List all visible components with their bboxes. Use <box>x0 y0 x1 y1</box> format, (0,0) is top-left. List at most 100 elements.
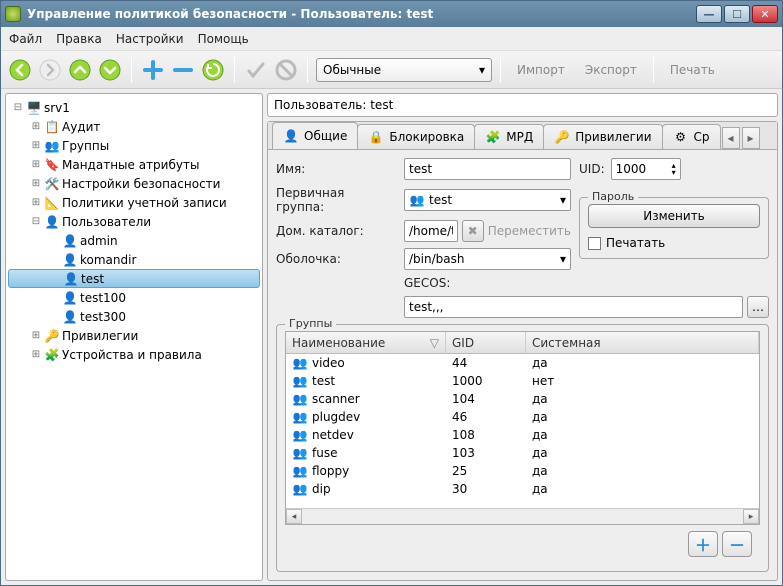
primary-group-value: test <box>429 193 452 207</box>
apply-button[interactable] <box>243 57 269 83</box>
tree-item[interactable]: ⊞🧩Устройства и правила <box>8 345 260 364</box>
tree-item[interactable]: 👤test300 <box>8 307 260 326</box>
table-row[interactable]: 👥video44да <box>286 354 759 372</box>
table-row[interactable]: 👥dip30да <box>286 480 759 498</box>
tab[interactable]: 🔑Привилегии <box>543 124 662 149</box>
tab[interactable]: 🔒Блокировка <box>357 124 475 149</box>
tree-item[interactable]: 👤test <box>8 269 260 288</box>
nav-forward-button[interactable] <box>37 57 63 83</box>
cell-system: да <box>526 356 759 370</box>
tree-twisty-icon: ⊟ <box>12 102 24 113</box>
scroll-left-icon[interactable]: ◂ <box>286 509 302 524</box>
tree-item[interactable]: 👤komandir <box>8 250 260 269</box>
app-icon <box>5 6 21 22</box>
tree-twisty-icon: ⊟ <box>30 216 42 227</box>
tree-item[interactable]: ⊞🛠️Настройки безопасности <box>8 174 260 193</box>
tree-item[interactable]: ⊞🔖Мандатные атрибуты <box>8 155 260 174</box>
filter-combo[interactable]: Обычные ▾ <box>316 58 492 82</box>
gecos-field[interactable] <box>404 296 743 318</box>
nav-down-button[interactable] <box>97 57 123 83</box>
add-button[interactable] <box>140 57 166 83</box>
tree-item-label: Настройки безопасности <box>62 177 220 191</box>
menu-file[interactable]: Файл <box>9 32 42 46</box>
tree-item[interactable]: ⊞📐Политики учетной записи <box>8 193 260 212</box>
table-row[interactable]: 👥fuse103да <box>286 444 759 462</box>
group-icon: 👥 <box>292 373 308 389</box>
table-row[interactable]: 👥plugdev46да <box>286 408 759 426</box>
remove-button[interactable] <box>170 57 196 83</box>
tree-twisty-icon: ⊞ <box>30 121 42 132</box>
chevron-down-icon: ▾ <box>560 193 566 207</box>
remove-group-button[interactable]: － <box>722 531 752 557</box>
policy-icon: 📐 <box>44 195 60 211</box>
tree-item[interactable]: ⊟👤Пользователи <box>8 212 260 231</box>
change-password-button[interactable]: Изменить <box>588 204 760 228</box>
tab[interactable]: 👤Общие <box>272 122 358 149</box>
refresh-button[interactable] <box>200 57 226 83</box>
name-field[interactable] <box>404 158 571 180</box>
menu-settings[interactable]: Настройки <box>116 32 184 46</box>
h-scrollbar[interactable]: ◂ ▸ <box>286 508 759 524</box>
add-group-button[interactable]: ＋ <box>688 531 718 557</box>
col-system[interactable]: Системная <box>526 332 759 353</box>
table-row[interactable]: 👥scanner104да <box>286 390 759 408</box>
cell-gid: 103 <box>446 446 526 460</box>
uid-spinner[interactable]: 1000 ▴▾ <box>611 158 681 180</box>
col-name[interactable]: Наименование▽ <box>286 332 446 353</box>
tree-item[interactable]: 👤admin <box>8 231 260 250</box>
tab[interactable]: ⚙Ср <box>662 124 721 149</box>
shell-combo[interactable]: /bin/bash ▾ <box>404 248 571 270</box>
tree-item[interactable]: ⊞📋Аудит <box>8 117 260 136</box>
cell-gid: 46 <box>446 410 526 424</box>
tree-item[interactable]: ⊞👥Группы <box>8 136 260 155</box>
tree-item[interactable]: ⊟🖥️srv1 <box>8 98 260 117</box>
nav-back-button[interactable] <box>7 57 33 83</box>
filter-combo-value: Обычные <box>323 63 381 77</box>
cell-name: fuse <box>312 446 337 460</box>
detail-panel: Пользователь: test 👤Общие🔒Блокировка🧩МРД… <box>267 93 778 581</box>
tree-twisty-icon: ⊞ <box>30 159 42 170</box>
nav-up-button[interactable] <box>67 57 93 83</box>
group-icon: 👥 <box>292 481 308 497</box>
groups-table: Наименование▽ GID Системная 👥video44да👥t… <box>285 331 760 525</box>
tree-item-label: Политики учетной записи <box>62 196 227 210</box>
print-button[interactable]: Печать <box>662 63 723 77</box>
cell-name: video <box>312 356 345 370</box>
tree-item[interactable]: 👤test100 <box>8 288 260 307</box>
primary-group-combo[interactable]: 👥 test ▾ <box>404 189 571 211</box>
table-row[interactable]: 👥netdev108да <box>286 426 759 444</box>
gecos-more-button[interactable]: … <box>747 296 769 318</box>
table-row[interactable]: 👥test1000нет <box>286 372 759 390</box>
tree-item-label: Группы <box>62 139 109 153</box>
cell-system: да <box>526 392 759 406</box>
shell-value: /bin/bash <box>409 252 464 266</box>
user-icon: 👤 <box>62 233 78 249</box>
cell-gid: 25 <box>446 464 526 478</box>
export-button[interactable]: Экспорт <box>577 63 645 77</box>
nav-tree[interactable]: ⊟🖥️srv1⊞📋Аудит⊞👥Группы⊞🔖Мандатные атрибу… <box>5 93 263 581</box>
tree-item[interactable]: ⊞🔑Привилегии <box>8 326 260 345</box>
group-icon: 👥 <box>292 355 308 371</box>
gecos-label: GECOS: <box>404 276 571 290</box>
col-gid[interactable]: GID <box>446 332 526 353</box>
maximize-button[interactable]: ☐ <box>724 5 750 23</box>
table-body[interactable]: 👥video44да👥test1000нет👥scanner104да👥plug… <box>286 354 759 508</box>
import-button[interactable]: Импорт <box>509 63 573 77</box>
scroll-right-icon[interactable]: ▸ <box>743 509 759 524</box>
minimize-button[interactable]: — <box>696 5 722 23</box>
group-icon: 👥 <box>292 409 308 425</box>
cell-system: да <box>526 428 759 442</box>
home-field[interactable] <box>404 220 458 242</box>
tab-scroll-left[interactable]: ◂ <box>722 127 740 149</box>
tab[interactable]: 🧩МРД <box>474 124 544 149</box>
menu-help[interactable]: Помощь <box>198 32 249 46</box>
print-password-checkbox[interactable]: Печатать <box>588 236 760 250</box>
table-row[interactable]: 👥floppy25да <box>286 462 759 480</box>
tree-item-label: admin <box>80 234 118 248</box>
tab-scroll-right[interactable]: ▸ <box>742 127 760 149</box>
user-icon: 👤 <box>62 290 78 306</box>
clear-home-button[interactable]: ✖ <box>462 220 484 242</box>
menu-edit[interactable]: Правка <box>56 32 102 46</box>
cancel-button[interactable] <box>273 57 299 83</box>
close-button[interactable]: ✕ <box>752 5 778 23</box>
